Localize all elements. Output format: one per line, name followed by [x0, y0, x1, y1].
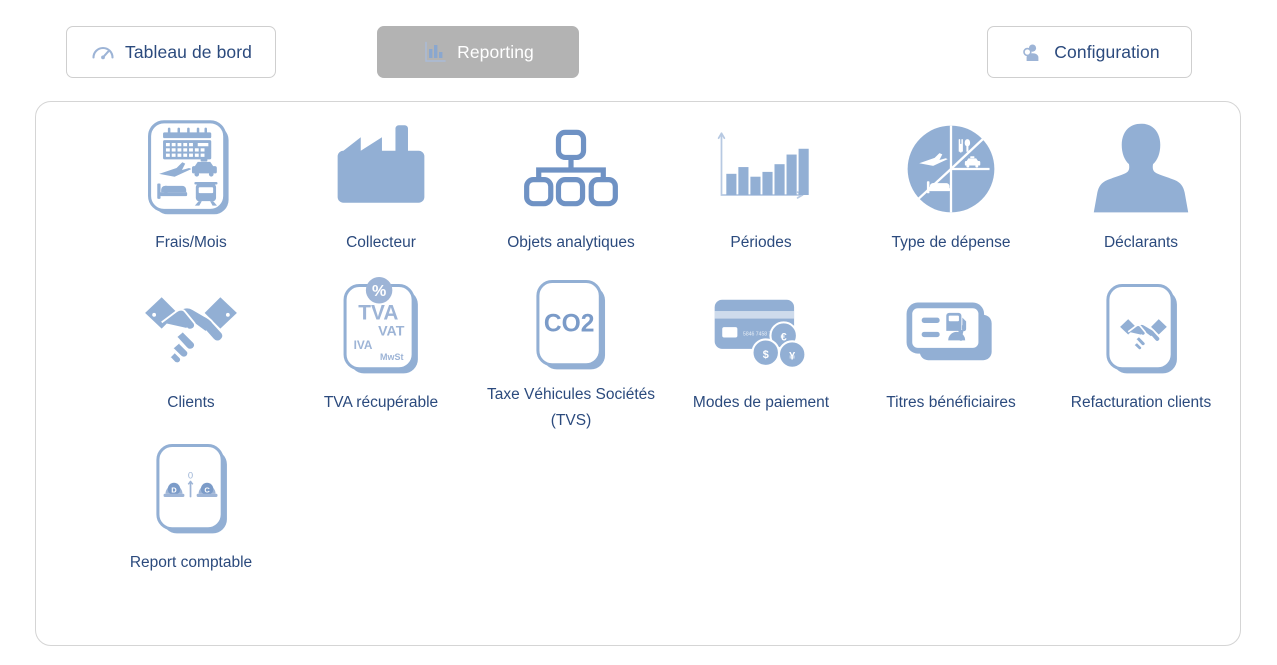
report-tile-label: Modes de paiement — [692, 394, 830, 411]
svg-text:IVA: IVA — [354, 338, 373, 352]
org-chart-icon — [511, 113, 631, 225]
calendar-travel-card-icon — [131, 113, 251, 225]
report-tile-collecteur[interactable]: Collecteur — [286, 113, 476, 273]
gauge-icon — [90, 39, 116, 65]
vat-percent-text: % — [372, 282, 386, 300]
svg-text:¥: ¥ — [789, 351, 795, 363]
report-tile-label: Refacturation clients — [1070, 394, 1212, 411]
report-tile-tva-recuperable[interactable]: % TVA VAT IVA MwSt TVA récupérable — [286, 273, 476, 433]
report-tile-frais-mois[interactable]: Frais/Mois — [96, 113, 286, 273]
tab-reporting[interactable]: Reporting — [377, 26, 579, 78]
report-tile-label: Type de dépense — [891, 234, 1011, 251]
report-tile-clients[interactable]: Clients — [96, 273, 286, 433]
svg-text:CO2: CO2 — [544, 311, 595, 338]
report-tile-refacturation-clients[interactable]: Refacturation clients — [1046, 273, 1236, 433]
report-tile-label: Report comptable — [129, 554, 253, 571]
report-tile-report-comptable[interactable]: 0 D C Report comptable — [96, 433, 286, 593]
tab-tableau-de-bord[interactable]: Tableau de bord — [66, 26, 276, 78]
report-tile-label: Périodes — [730, 234, 792, 251]
report-tile-label: Titres bénéficiaires — [886, 394, 1016, 411]
user-gear-icon — [1019, 39, 1045, 65]
svg-text:TVA: TVA — [358, 302, 398, 325]
reporting-panel: Frais/Mois Collecteur Objets analytiques… — [35, 101, 1241, 646]
svg-text:€: € — [781, 331, 787, 343]
report-tile-periodes[interactable]: Périodes — [666, 113, 856, 273]
credit-card-coins-icon: 5846 7458 7235 1048 5 € $ ¥ — [701, 273, 821, 385]
report-tile-declarants[interactable]: Déclarants — [1046, 113, 1236, 273]
tab-bar: Tableau de bord Reporting Configuration — [0, 0, 1277, 92]
bar-chart-axes-icon — [701, 113, 821, 225]
svg-text:C: C — [204, 485, 210, 494]
pie-chart-expense-icon — [891, 113, 1011, 225]
svg-text:0: 0 — [188, 471, 193, 482]
vat-card-icon: % TVA VAT IVA MwSt — [321, 273, 441, 385]
factory-icon — [321, 113, 441, 225]
handshake-icon — [131, 273, 251, 385]
report-tile-label: Frais/Mois — [155, 234, 227, 251]
person-bust-icon — [1081, 113, 1201, 225]
svg-text:$: $ — [763, 349, 769, 361]
handshake-card-icon — [1081, 273, 1201, 385]
bar-chart-icon — [422, 39, 448, 65]
svg-text:MwSt: MwSt — [380, 352, 403, 362]
tab-label: Tableau de bord — [124, 41, 253, 62]
report-tile-taxe-vehicules[interactable]: CO2 Taxe Véhicules Sociétés (TVS) — [476, 273, 666, 433]
svg-text:D: D — [171, 485, 177, 494]
report-tile-label: TVA récupérable — [323, 394, 439, 411]
report-tile-titres-beneficiaires[interactable]: Titres bénéficiaires — [856, 273, 1046, 433]
report-tile-modes-de-paiement[interactable]: 5846 7458 7235 1048 5 € $ ¥ Modes de pai… — [666, 273, 856, 433]
report-tile-label: Objets analytiques — [507, 234, 635, 251]
balance-scale-card-icon: 0 D C — [131, 433, 251, 545]
report-tile-label: Déclarants — [1103, 234, 1179, 251]
report-tile-grid: Frais/Mois Collecteur Objets analytiques… — [36, 102, 1240, 645]
tab-label: Configuration — [1054, 41, 1160, 62]
tab-configuration[interactable]: Configuration — [987, 26, 1192, 78]
report-tile-objets-analytiques[interactable]: Objets analytiques — [476, 113, 666, 273]
tab-label: Reporting — [457, 41, 534, 62]
report-tile-label: Taxe Véhicules Sociétés (TVS) — [486, 386, 655, 429]
report-tile-type-de-depense[interactable]: Type de dépense — [856, 113, 1046, 273]
voucher-cards-icon — [891, 273, 1011, 385]
report-tile-label: Collecteur — [346, 234, 416, 251]
co2-card-icon: CO2 — [511, 273, 631, 377]
report-tile-label: Clients — [167, 394, 215, 411]
svg-text:VAT: VAT — [378, 324, 405, 340]
